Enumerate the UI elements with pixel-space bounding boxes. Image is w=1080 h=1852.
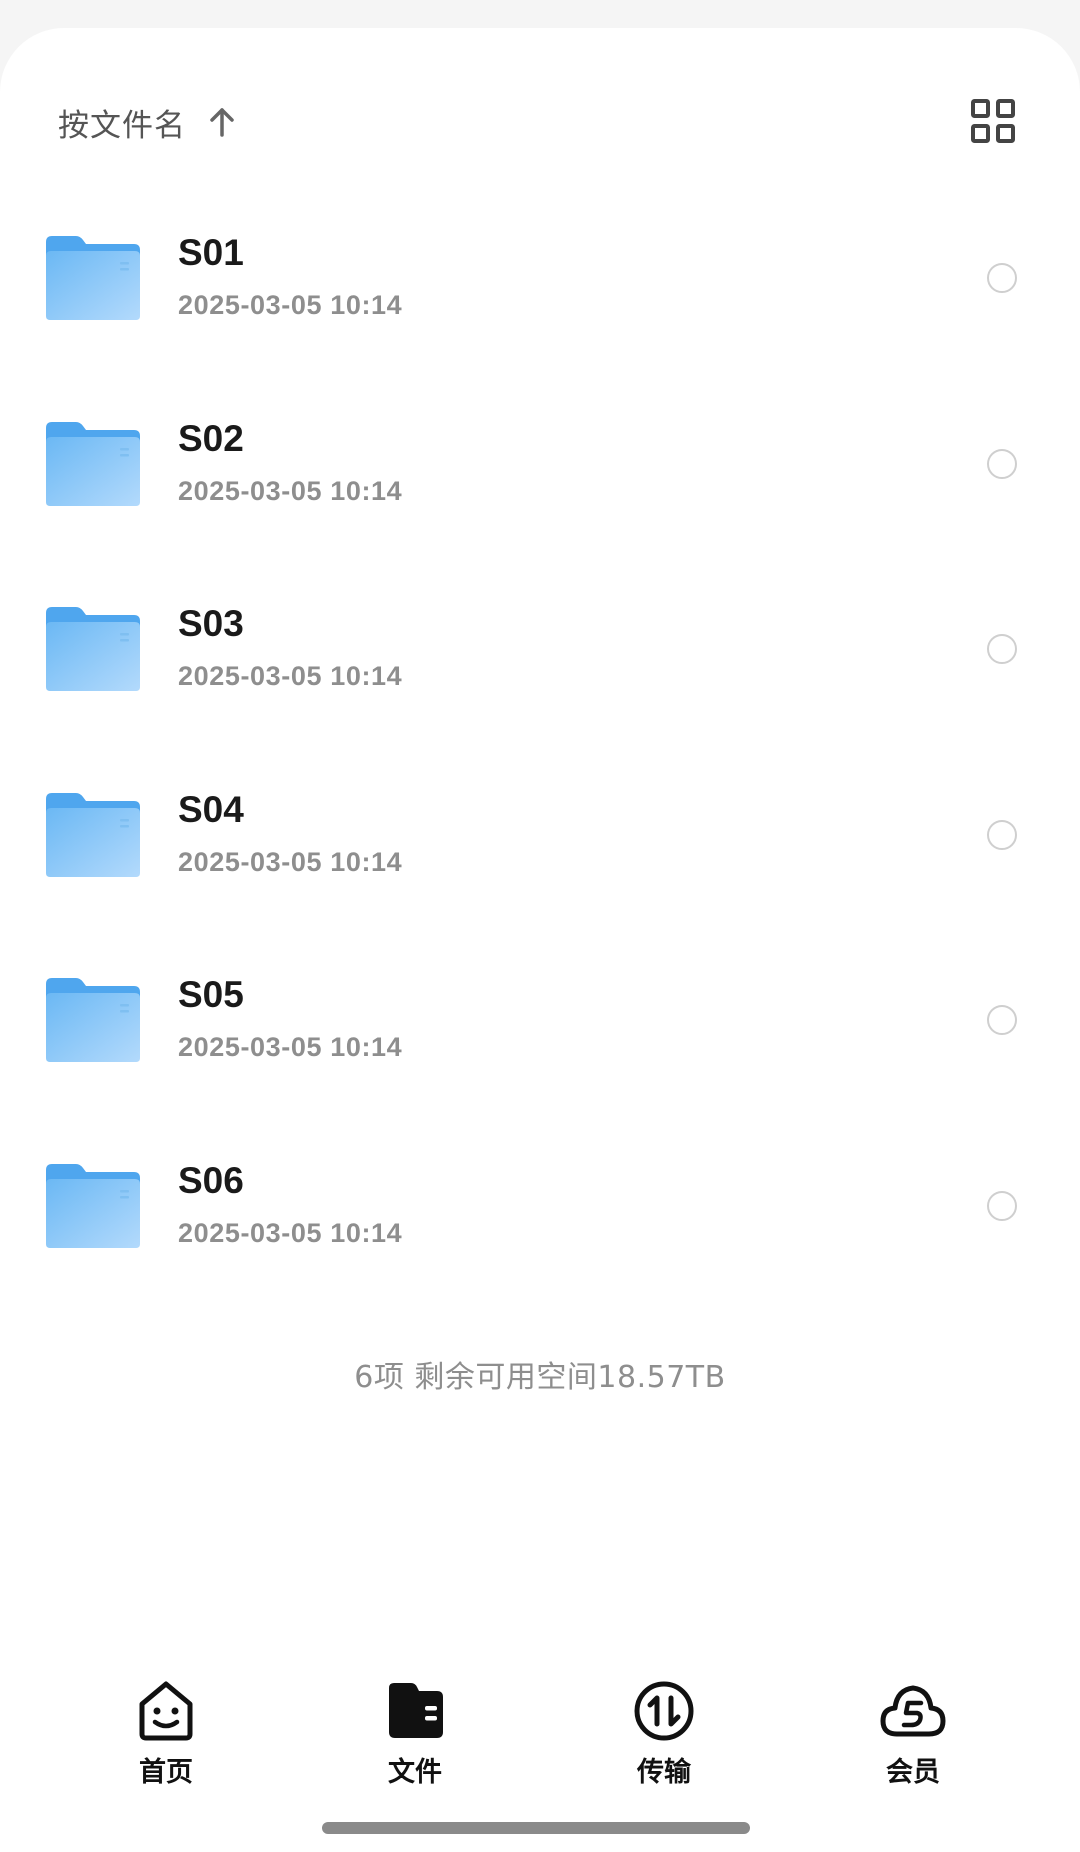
nav-item-files[interactable]: 文件: [345, 1672, 485, 1792]
folder-icon: [46, 421, 140, 506]
select-radio[interactable]: [987, 634, 1017, 664]
grid-view-icon[interactable]: [970, 98, 1016, 144]
nav-item-transfer[interactable]: 传输: [594, 1672, 734, 1792]
nav-label-files: 文件: [388, 1757, 442, 1788]
file-row[interactable]: S05 2025-03-05 10:14: [0, 928, 1080, 1114]
nav-item-member[interactable]: 会员: [843, 1672, 983, 1792]
file-list: S01 2025-03-05 10:14 S02 2025-03-05 10:1…: [0, 186, 1080, 1299]
file-row[interactable]: S02 2025-03-05 10:14: [0, 372, 1080, 558]
transfer-icon: [630, 1678, 698, 1742]
nav-label-transfer: 传输: [637, 1757, 691, 1788]
file-row[interactable]: S03 2025-03-05 10:14: [0, 557, 1080, 743]
select-radio[interactable]: [987, 1005, 1017, 1035]
bottom-nav: 首页 文件 传输 会员: [0, 1672, 1080, 1792]
file-date: 2025-03-05 10:14: [178, 661, 403, 691]
select-radio[interactable]: [987, 448, 1017, 479]
select-radio[interactable]: [987, 1190, 1017, 1221]
arrow-up-icon: [208, 107, 236, 137]
folder-icon: [46, 792, 140, 877]
folder-icon: [46, 978, 140, 1062]
select-radio[interactable]: [987, 819, 1017, 850]
file-name: S06: [178, 1159, 244, 1201]
nav-item-home[interactable]: 首页: [96, 1672, 236, 1792]
file-date: 2025-03-05 10:14: [178, 1217, 403, 1248]
file-date: 2025-03-05 10:14: [178, 846, 403, 877]
file-name: S05: [178, 974, 244, 1015]
file-name: S01: [178, 232, 244, 273]
file-browser-sheet: 按文件名 S01 2025-03-05 10:14 S02 2025-03-05…: [0, 28, 1080, 1852]
file-date: 2025-03-05 10:14: [178, 1032, 403, 1062]
file-row[interactable]: S06 2025-03-05 10:14: [0, 1114, 1080, 1300]
sort-control[interactable]: 按文件名: [58, 100, 236, 144]
select-radio[interactable]: [987, 263, 1017, 293]
file-name: S03: [178, 603, 244, 644]
file-row[interactable]: S01 2025-03-05 10:14: [0, 186, 1080, 372]
folder-icon: [46, 236, 140, 320]
file-row[interactable]: S04 2025-03-05 10:14: [0, 743, 1080, 929]
file-date: 2025-03-05 10:14: [178, 290, 403, 320]
nav-label-member: 会员: [886, 1757, 940, 1788]
cloud-svip-icon: [879, 1678, 947, 1742]
home-indicator[interactable]: [322, 1822, 750, 1834]
wallet-folder-icon: [381, 1678, 449, 1742]
storage-summary: 6项 剩余可用空间18.57TB: [354, 1360, 726, 1395]
file-name: S02: [178, 417, 244, 459]
folder-icon: [46, 607, 140, 691]
folder-icon: [46, 1163, 140, 1248]
smiley-home-icon: [132, 1678, 200, 1742]
file-date: 2025-03-05 10:14: [178, 475, 403, 506]
file-name: S04: [178, 788, 244, 830]
nav-label-home: 首页: [139, 1757, 193, 1788]
sort-label: 按文件名: [58, 107, 186, 144]
